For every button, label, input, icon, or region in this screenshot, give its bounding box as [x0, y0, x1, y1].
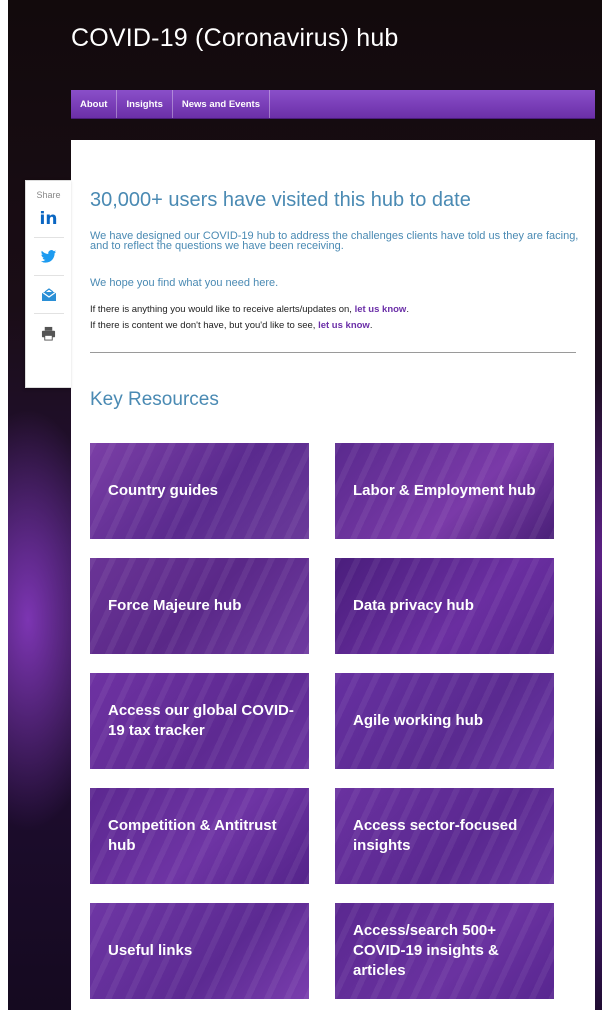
- hope-text: We hope you find what you need here.: [90, 277, 279, 289]
- nav-item-insights[interactable]: Insights: [117, 90, 173, 118]
- tile-country-guides-label: Country guides: [108, 482, 219, 499]
- alerts-note-period: .: [406, 304, 409, 315]
- tile-labor-employment-label: Labor & Employment hub: [353, 482, 536, 499]
- tile-tax-tracker-label: Access our global COVID-19 tax tracker: [108, 702, 294, 739]
- tile-sector-insights-label: Access sector-focused insights: [353, 817, 518, 854]
- tile-force-majeure-hub[interactable]: Force Majeure hub: [90, 558, 309, 654]
- content-card: 30,000+ users have visited this hub to d…: [71, 140, 595, 1010]
- tile-force-majeure-label: Force Majeure hub: [108, 597, 242, 614]
- nav-item-about[interactable]: About: [71, 90, 118, 118]
- tile-sector-focused-insights[interactable]: Access sector-focused insights: [335, 788, 554, 884]
- print-icon: [41, 326, 56, 341]
- content-note-text: If there is content we don't have, but y…: [90, 320, 319, 331]
- share-label: Share: [36, 190, 61, 200]
- tile-data-privacy-label: Data privacy hub: [353, 597, 474, 614]
- intro-text: We have designed our COVID-19 hub to add…: [90, 230, 579, 252]
- page-title: COVID-19 (Coronavirus) hub: [71, 24, 399, 52]
- linkedin-icon: in: [39, 208, 58, 229]
- tile-search-insights-articles[interactable]: Access/search 500+ COVID-19 insights & a…: [335, 903, 554, 999]
- tile-agile-working-hub[interactable]: Agile working hub: [335, 673, 554, 769]
- print-button[interactable]: [34, 314, 64, 352]
- twitter-icon: [40, 249, 57, 263]
- alerts-note-text: If there is anything you would like to r…: [90, 304, 355, 315]
- tile-labor-employment-hub[interactable]: Labor & Employment hub: [335, 443, 554, 539]
- tile-competition-label: Competition & Antitrust hub: [108, 817, 277, 854]
- nav-item-news-and-events[interactable]: News and Events: [173, 90, 270, 118]
- tile-useful-links-label: Useful links: [108, 942, 193, 959]
- tile-data-privacy-hub[interactable]: Data privacy hub: [335, 558, 554, 654]
- content-note-period: .: [369, 320, 373, 331]
- email-icon: [41, 287, 56, 301]
- linkedin-share-button[interactable]: in: [33, 200, 64, 238]
- tile-useful-links[interactable]: Useful links: [90, 903, 309, 999]
- share-rail: Share in: [25, 180, 71, 388]
- top-nav: About Insights News and Events: [71, 90, 595, 119]
- alerts-note: If there is anything you would like to r…: [90, 304, 409, 315]
- twitter-share-button[interactable]: [33, 238, 64, 276]
- tile-global-tax-tracker[interactable]: Access our global COVID-19 tax tracker: [90, 673, 309, 769]
- tile-agile-working-label: Agile working hub: [353, 712, 483, 729]
- email-share-button[interactable]: [33, 276, 64, 314]
- tile-country-guides[interactable]: Country guides: [90, 443, 309, 539]
- tile-competition-antitrust-hub[interactable]: Competition & Antitrust hub: [90, 788, 309, 884]
- visitors-headline: 30,000+ users have visited this hub to d…: [90, 189, 471, 211]
- content-let-us-know-link[interactable]: let us know: [318, 320, 370, 331]
- section-divider: [90, 352, 576, 353]
- tile-search-insights-label: Access/search 500+ COVID-19 insights & a…: [353, 922, 499, 979]
- alerts-let-us-know-link[interactable]: let us know: [355, 304, 407, 315]
- key-resources-title: Key Resources: [90, 389, 219, 410]
- content-note: If there is content we don't have, but y…: [90, 320, 372, 331]
